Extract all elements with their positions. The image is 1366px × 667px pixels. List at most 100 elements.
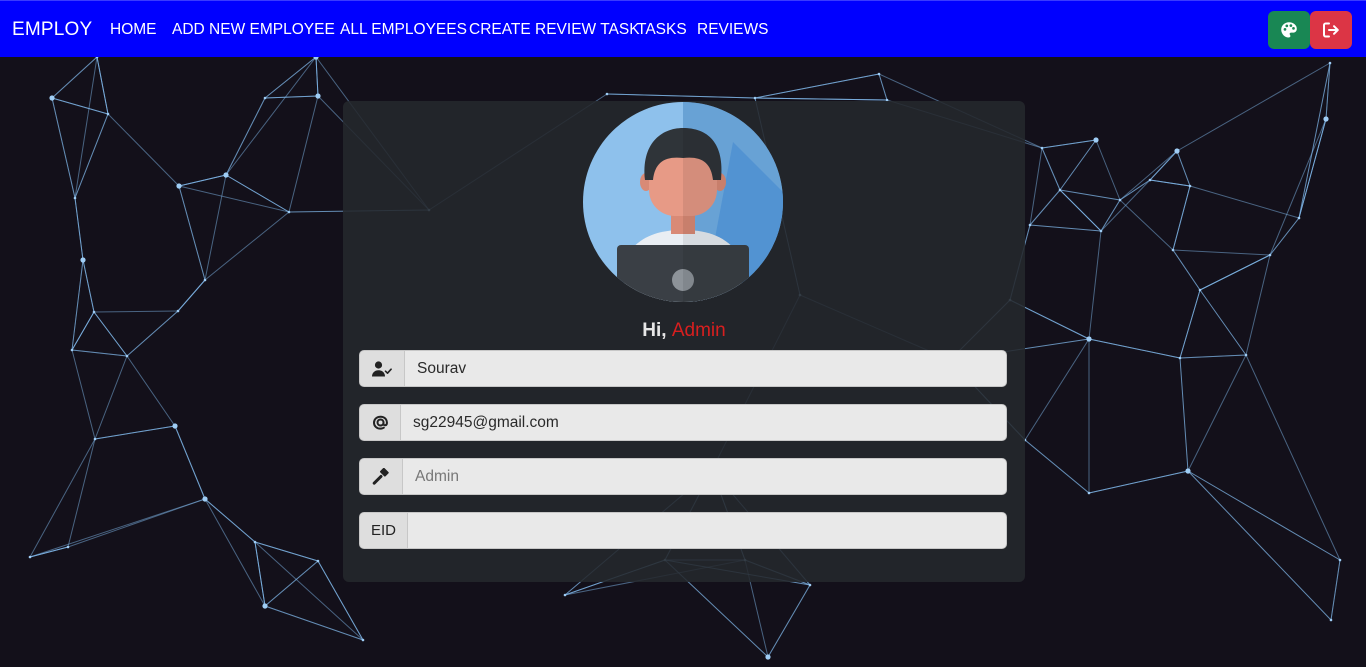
profile-card: Hi, Admin EID [343,101,1025,582]
email-input[interactable] [401,404,1007,441]
nav-tasks[interactable]: TASKS [637,21,687,39]
eid-addon-label: EID [359,512,408,549]
network-line [1024,439,1090,494]
network-line [1059,139,1097,191]
network-line [1269,118,1327,256]
network-line [1187,354,1247,472]
network-node [1328,61,1332,65]
network-line [1330,559,1341,621]
logout-button[interactable] [1310,11,1352,49]
role-input[interactable] [403,458,1007,495]
role-field-group [359,458,1007,495]
network-node [49,95,55,101]
network-node [1185,468,1191,474]
network-line [94,355,128,440]
network-node [202,496,208,502]
network-node [753,96,757,100]
network-line [1100,199,1121,232]
nav-reviews[interactable]: REVIEWS [697,21,768,39]
eid-input[interactable] [408,512,1007,549]
network-line [1176,62,1331,152]
network-line [96,57,109,115]
network-line [1179,354,1247,359]
network-line [178,174,227,187]
network-line [1199,254,1271,291]
network-line [1269,217,1300,256]
nav-add-new-employee[interactable]: ADD NEW EMPLOYEE [172,21,335,39]
network-line [93,311,128,357]
network-line [1187,470,1341,561]
sign-out-icon [1322,21,1340,39]
theme-button[interactable] [1268,11,1310,49]
network-node [70,348,74,352]
network-line [74,113,109,199]
network-line [264,605,364,641]
network-line [754,97,888,101]
network-line [51,57,98,99]
network-node [361,638,365,642]
network-line [1189,185,1300,219]
network-line [107,113,180,187]
network-line [264,560,319,607]
network-node [1086,336,1092,342]
network-line [754,73,880,99]
network-line [51,97,109,115]
network-line [767,584,811,658]
network-node [1268,253,1272,257]
nav-all-employees[interactable]: ALL EMPLOYEES [340,21,467,39]
network-node [203,278,207,282]
network-line [1176,150,1191,187]
network-node [563,593,567,597]
network-node [1028,223,1032,227]
greeting: Hi, Admin [343,320,1025,342]
network-line [1172,249,1201,291]
network-node [287,210,291,214]
user-avatar-icon [583,102,783,302]
network-line [67,438,96,548]
network-line [225,97,266,176]
network-line [1119,199,1174,251]
network-node [765,654,771,660]
network-line [126,355,176,427]
network-node [1118,198,1122,202]
network-node [93,437,97,441]
user-check-icon [359,350,405,387]
nav-home[interactable]: HOME [110,21,157,39]
network-node [1188,184,1192,188]
network-line [71,311,95,351]
name-field-group [359,350,1007,387]
email-field-group [359,404,1007,441]
network-node [1099,229,1103,233]
network-line [1088,230,1102,340]
name-input[interactable] [405,350,1007,387]
network-line [51,97,76,199]
network-line [93,310,179,313]
palette-icon [1280,21,1298,39]
network-line [74,57,98,199]
network-line [264,57,317,99]
network-line [1298,118,1327,219]
network-node [263,96,267,100]
network-line [1179,357,1189,472]
greeting-prefix: Hi, [642,320,667,341]
network-line [178,185,206,281]
network-node [877,72,881,76]
network-node [1297,216,1301,220]
network-line [1179,289,1201,359]
network-node [262,603,268,609]
network-line [1095,139,1121,201]
network-node [1198,288,1202,292]
network-node [1093,137,1099,143]
network-node [808,583,812,587]
network-line [1149,150,1178,181]
brand-logo[interactable]: EMPLOY [12,19,92,41]
network-node [92,310,96,314]
nav-create-review-task[interactable]: CREATE REVIEW TASK [469,21,640,39]
network-line [126,310,179,357]
network-node [1329,618,1333,622]
network-line [29,546,69,558]
greeting-role: Admin [671,320,726,341]
network-line [606,93,756,99]
network-node [80,257,86,263]
network-line [74,197,84,261]
